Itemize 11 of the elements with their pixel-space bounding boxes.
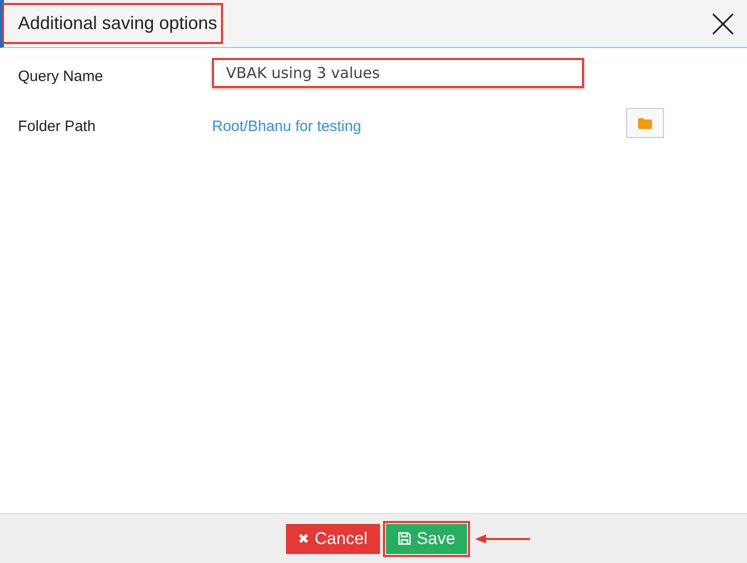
query-name-field[interactable]: VBAK using 3 values bbox=[212, 58, 584, 88]
dialog-title: Additional saving options bbox=[4, 5, 222, 42]
field-label: Folder Path bbox=[18, 118, 97, 135]
folder-icon bbox=[638, 118, 652, 128]
close-icon[interactable] bbox=[711, 12, 735, 36]
save-button[interactable]: Save bbox=[386, 524, 468, 554]
cancel-button[interactable]: Cancel bbox=[286, 524, 380, 554]
annotation-arrow bbox=[475, 534, 532, 544]
close-icon bbox=[298, 533, 309, 544]
folder-path-link[interactable]: Root/Bhanu for testing bbox=[212, 118, 626, 135]
field-label: Query Name bbox=[18, 68, 104, 85]
